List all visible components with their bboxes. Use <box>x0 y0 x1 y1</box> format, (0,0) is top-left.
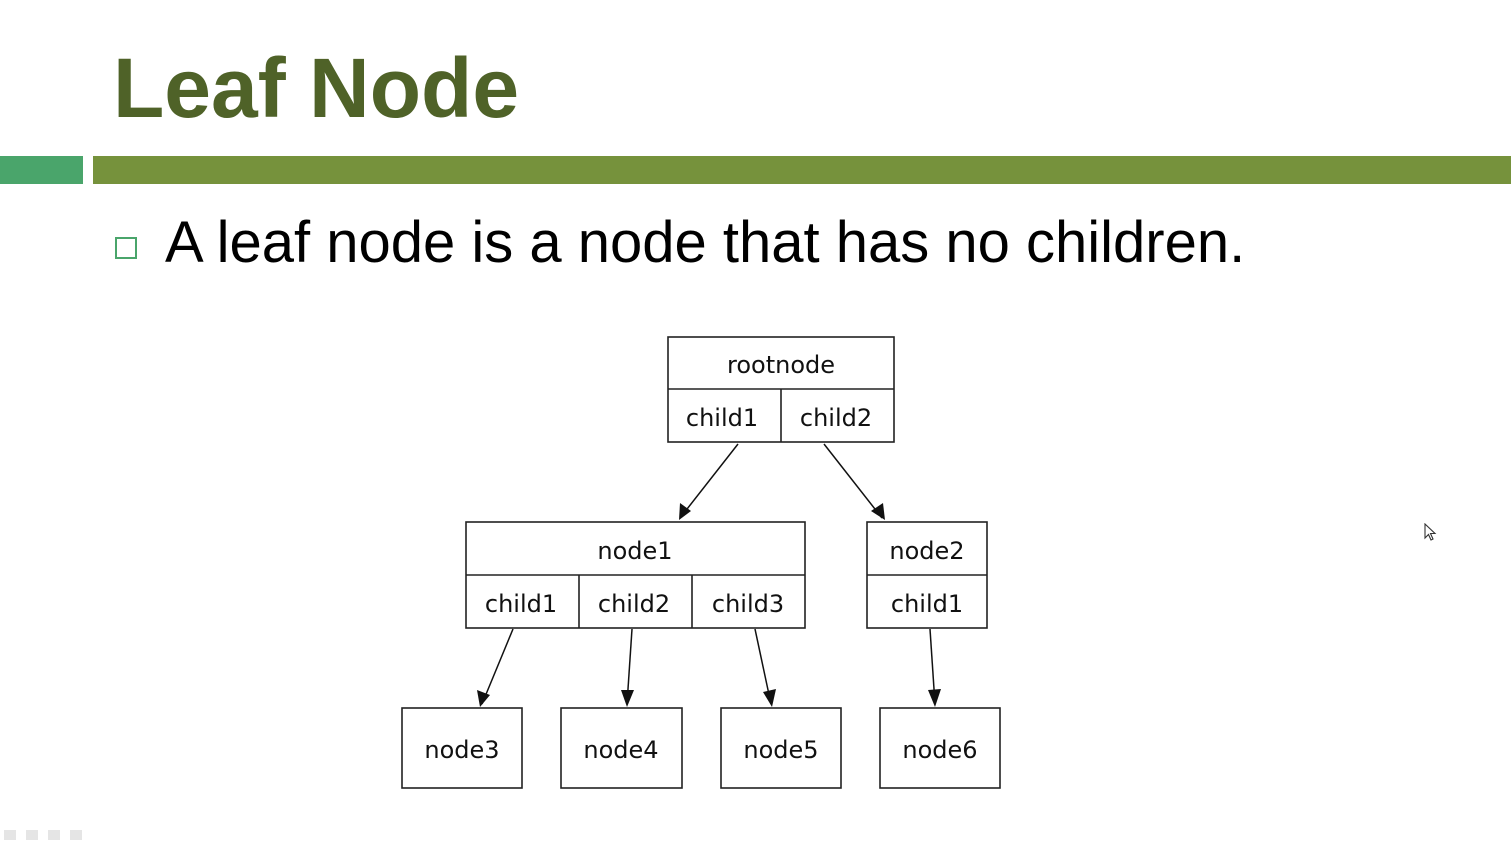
leaf-node3: node3 <box>401 707 523 789</box>
record-rootnode: rootnode child1 child2 <box>667 336 895 443</box>
node4-label: node4 <box>583 736 658 764</box>
leaf-node6: node6 <box>879 707 1001 789</box>
node1-port-child2: child2 <box>598 590 670 618</box>
edge-rootnode-child1-to-node1 <box>679 443 739 519</box>
rootnode-label: rootnode <box>727 351 835 379</box>
arrowhead-node5 <box>763 689 776 707</box>
slide: Leaf Node A leaf node is a node that has… <box>0 0 1511 844</box>
leaf-node4: node4 <box>560 707 683 789</box>
node3-label: node3 <box>424 736 499 764</box>
mouse-pointer-icon <box>1424 523 1437 541</box>
record-node1: node1 child1 child2 child3 <box>465 521 806 629</box>
node2-port-child1: child1 <box>891 590 963 618</box>
slide-menu-icon[interactable] <box>48 830 60 840</box>
rootnode-port-child2: child2 <box>800 404 872 432</box>
previous-slide-icon[interactable] <box>4 830 16 840</box>
record-node2: node2 child1 <box>866 521 988 629</box>
node6-label: node6 <box>902 736 977 764</box>
leaf-node5: node5 <box>720 707 842 789</box>
tree-diagram: rootnode child1 child2 node1 child1 chil… <box>401 336 1001 789</box>
next-slide-icon[interactable] <box>70 830 82 840</box>
node1-label: node1 <box>597 537 672 565</box>
pen-icon[interactable] <box>26 830 38 840</box>
edge-rootnode-child2-to-node2 <box>823 443 883 519</box>
node1-port-child1: child1 <box>485 590 557 618</box>
node5-label: node5 <box>743 736 818 764</box>
rootnode-port-child1: child1 <box>686 404 758 432</box>
arrowhead-node4 <box>621 690 634 707</box>
edge-node1-child1-to-node3 <box>481 628 514 705</box>
node1-port-child3: child3 <box>712 590 784 618</box>
arrowhead-node3 <box>477 690 490 707</box>
slideshow-controls[interactable] <box>4 830 82 840</box>
node2-label: node2 <box>889 537 964 565</box>
arrowhead-node6 <box>928 689 941 707</box>
